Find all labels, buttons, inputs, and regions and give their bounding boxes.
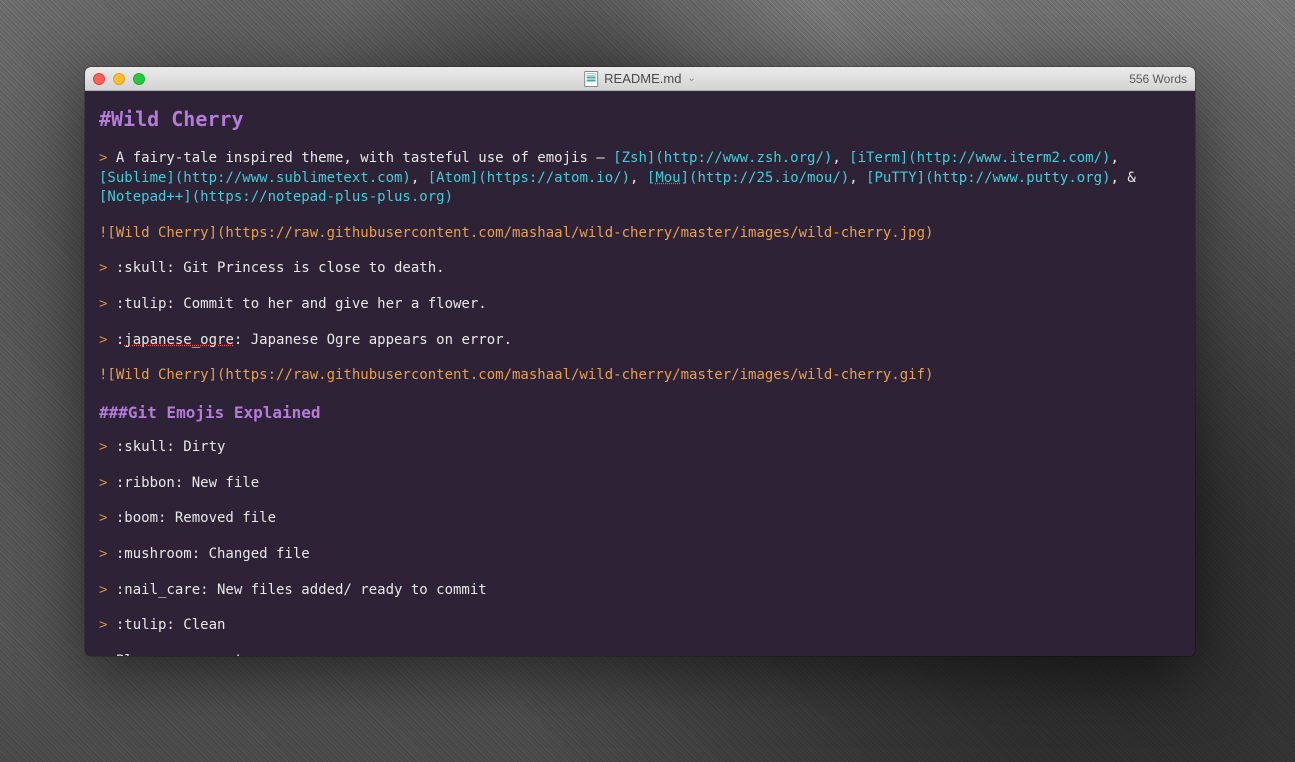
emoji-nailcare: > :nail_care: New files added/ ready to … [99, 581, 1181, 601]
link-putty: [PuTTY](http://www.putty.org) [866, 170, 1110, 186]
link-atom: [Atom](https://atom.io/) [428, 170, 630, 186]
quote-ogre: > :japanese_ogre: Japanese Ogre appears … [99, 331, 1181, 351]
link-zsh: [Zsh](http://www.zsh.org/) [613, 150, 832, 166]
minimize-button[interactable] [113, 73, 125, 85]
image-link-2: ![Wild Cherry](https://raw.githubusercon… [99, 366, 1181, 386]
link-mou-url: ](http://25.io/mou/) [681, 170, 850, 186]
intro-paragraph: > A fairy-tale inspired theme, with tast… [99, 149, 1181, 208]
close-button[interactable] [93, 73, 105, 85]
link-sublime: [Sublime](http://www.sublimetext.com) [99, 170, 411, 186]
traffic-lights [93, 73, 145, 85]
title-center: README.md ⌄ [584, 71, 696, 87]
heading-3: ###Git Emojis Explained [99, 402, 1181, 424]
emoji-skull: > :skull: Dirty [99, 438, 1181, 458]
emoji-ribbon: > :ribbon: New file [99, 474, 1181, 494]
word-count: 556 Words [1129, 72, 1187, 86]
chevron-down-icon[interactable]: ⌄ [687, 73, 695, 84]
emoji-tulip2: > :tulip: Clean [99, 616, 1181, 636]
quote-tulip: > :tulip: Commit to her and give her a f… [99, 295, 1181, 315]
maximize-button[interactable] [133, 73, 145, 85]
emoji-boom: > :boom: Removed file [99, 509, 1181, 529]
editor-window: README.md ⌄ 556 Words #Wild Cherry > A f… [85, 67, 1195, 656]
filename[interactable]: README.md [604, 71, 681, 86]
intro-text: A fairy-tale inspired theme, with tastef… [116, 150, 613, 166]
heading-1: #Wild Cherry [99, 105, 1181, 133]
link-notepad: [Notepad++](https://notepad-plus-plus.or… [99, 189, 453, 205]
link-iterm: [iTerm](http://www.iterm2.com/) [849, 150, 1110, 166]
emoji-mushroom: > :mushroom: Changed file [99, 545, 1181, 565]
blockquote-marker: > [99, 150, 116, 166]
link-mou-label: Mou [655, 170, 680, 186]
document-icon [584, 71, 598, 87]
quote-skull: > :skull: Git Princess is close to death… [99, 259, 1181, 279]
plus-more: > Plus many more! [99, 652, 1181, 656]
image-link-1: ![Wild Cherry](https://raw.githubusercon… [99, 224, 1181, 244]
titlebar[interactable]: README.md ⌄ 556 Words [85, 67, 1195, 91]
editor-content[interactable]: #Wild Cherry > A fairy-tale inspired the… [85, 91, 1195, 656]
